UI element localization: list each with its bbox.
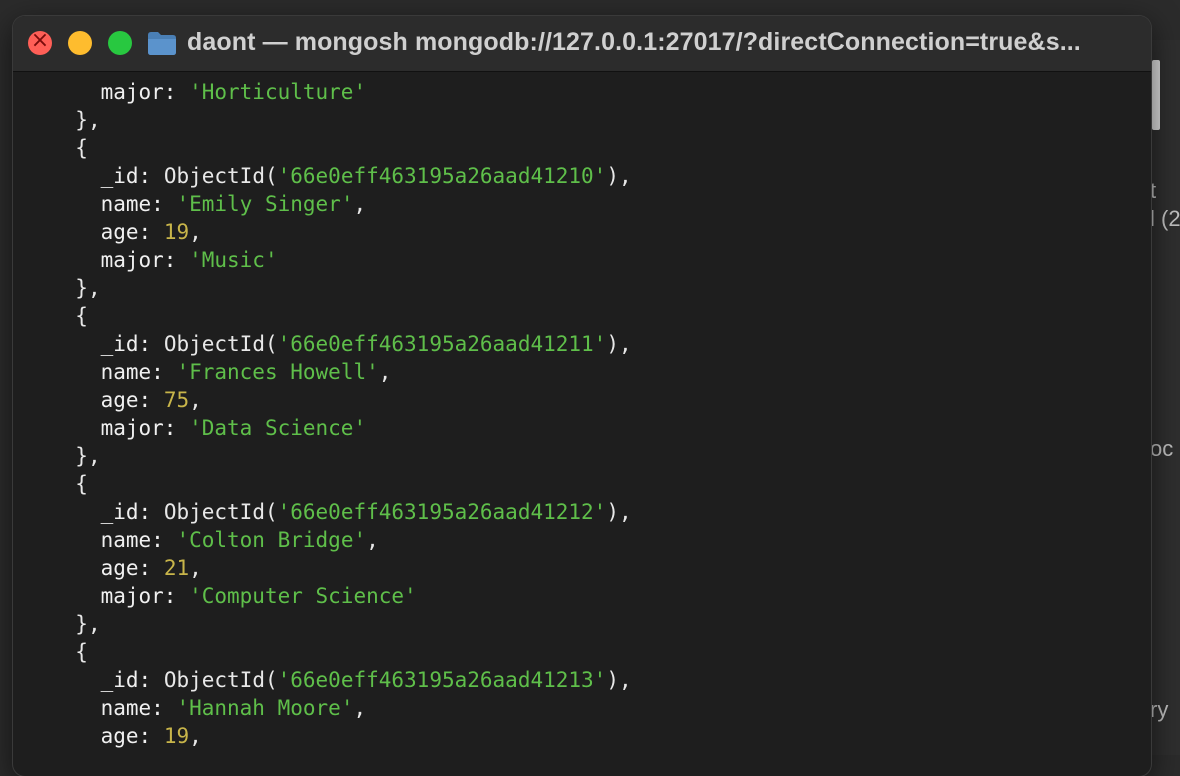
title-bar[interactable]: daont — mongosh mongodb://127.0.0.1:2701… — [13, 16, 1151, 72]
punctuation: ), — [606, 332, 632, 356]
terminal-line: _id: ObjectId('66e0eff463195a26aad41212'… — [50, 498, 1151, 526]
brace: { — [75, 472, 88, 496]
terminal-line: major: 'Data Science' — [50, 414, 1151, 442]
field-key: name: — [100, 528, 164, 552]
window-title: daont — mongosh mongodb://127.0.0.1:2701… — [187, 28, 1081, 56]
field-value: 'Hannah Moore' — [176, 696, 354, 720]
field-key: name: — [100, 696, 164, 720]
field-key: major: — [100, 248, 177, 272]
brace: }, — [75, 612, 101, 636]
terminal-line: major: 'Horticulture' — [50, 78, 1151, 106]
brace: }, — [75, 108, 101, 132]
field-key: major: — [100, 416, 177, 440]
background-text-fragment: ry — [1150, 697, 1169, 722]
field-key: name: — [100, 360, 164, 384]
field-key: age: — [100, 556, 152, 580]
window-title-group: daont — mongosh mongodb://127.0.0.1:2701… — [147, 28, 1081, 57]
terminal-line: name: 'Emily Singer', — [100, 192, 367, 216]
terminal-line: _id: ObjectId('66e0eff463195a26aad41213'… — [50, 666, 1151, 694]
function-name: ObjectId( — [163, 164, 278, 188]
field-key: _id: — [100, 668, 152, 692]
minimize-window-button[interactable] — [68, 31, 92, 55]
field-value: 'Music' — [189, 248, 278, 272]
field-value: 'Frances Howell' — [176, 360, 379, 384]
terminal-line: }, — [50, 610, 1151, 638]
field-key: age: — [100, 388, 152, 412]
field-value: 'Data Science' — [189, 416, 367, 440]
terminal-line: }, — [50, 274, 1151, 302]
terminal-line: name: 'Frances Howell', — [100, 360, 392, 384]
brace: }, — [75, 444, 101, 468]
field-value: 'Computer Science' — [189, 584, 417, 608]
field-value: '66e0eff463195a26aad41213' — [277, 668, 607, 692]
field-value: 'Colton Bridge' — [176, 528, 367, 552]
field-value: 75 — [163, 388, 190, 412]
terminal-line: { — [50, 302, 1151, 330]
punctuation: ), — [606, 668, 632, 692]
field-value: 19 — [163, 724, 190, 748]
field-key: major: — [100, 80, 177, 104]
terminal-line: age: 21, — [100, 556, 202, 580]
terminal-line: age: 75, — [100, 388, 202, 412]
folder-icon — [147, 30, 177, 56]
terminal-line: major: 'Computer Science' — [50, 582, 1151, 610]
terminal-line: _id: ObjectId('66e0eff463195a26aad41211'… — [50, 330, 1151, 358]
brace: }, — [75, 276, 101, 300]
terminal-line: _id: ObjectId('66e0eff463195a26aad41210'… — [50, 162, 1151, 190]
terminal-line: age: 19, — [100, 724, 202, 748]
brace: { — [75, 136, 88, 160]
field-value: 19 — [163, 220, 190, 244]
field-value: '66e0eff463195a26aad41212' — [277, 500, 607, 524]
field-key: age: — [100, 220, 152, 244]
window-controls — [28, 28, 132, 55]
terminal-line: name: 'Hannah Moore', — [100, 696, 367, 720]
brace: { — [75, 640, 88, 664]
field-value: '66e0eff463195a26aad41211' — [277, 332, 607, 356]
field-value: 21 — [163, 556, 190, 580]
zoom-window-button[interactable] — [108, 31, 132, 55]
terminal-line: name: 'Colton Bridge', — [100, 528, 379, 552]
terminal-output[interactable]: major: 'Horticulture' }, { _id: ObjectId… — [13, 72, 1151, 776]
terminal-line: }, — [50, 106, 1151, 134]
terminal-line: { — [50, 470, 1151, 498]
field-value: '66e0eff463195a26aad41210' — [277, 164, 607, 188]
field-value: 'Horticulture' — [189, 80, 367, 104]
field-key: major: — [100, 584, 177, 608]
field-key: _id: — [100, 164, 152, 188]
function-name: ObjectId( — [163, 500, 278, 524]
field-key: _id: — [100, 500, 152, 524]
field-value: 'Emily Singer' — [176, 192, 354, 216]
background-text-fragment: l (2 — [1150, 206, 1180, 231]
field-key: age: — [100, 724, 152, 748]
terminal-window[interactable]: daont — mongosh mongodb://127.0.0.1:2701… — [13, 16, 1151, 776]
brace: { — [75, 304, 88, 328]
background-text-fragment: oc — [1150, 436, 1174, 461]
terminal-line: age: 19, — [100, 220, 202, 244]
terminal-line: { — [50, 134, 1151, 162]
punctuation: ), — [606, 164, 632, 188]
field-key: _id: — [100, 332, 152, 356]
punctuation: ), — [606, 500, 632, 524]
field-key: name: — [100, 192, 164, 216]
background-scrollbar[interactable] — [1152, 60, 1160, 130]
close-window-button[interactable] — [28, 28, 52, 55]
terminal-line: { — [50, 638, 1151, 666]
terminal-line: major: 'Music' — [50, 246, 1151, 274]
function-name: ObjectId( — [163, 668, 278, 692]
terminal-line: }, — [50, 442, 1151, 470]
function-name: ObjectId( — [163, 332, 278, 356]
